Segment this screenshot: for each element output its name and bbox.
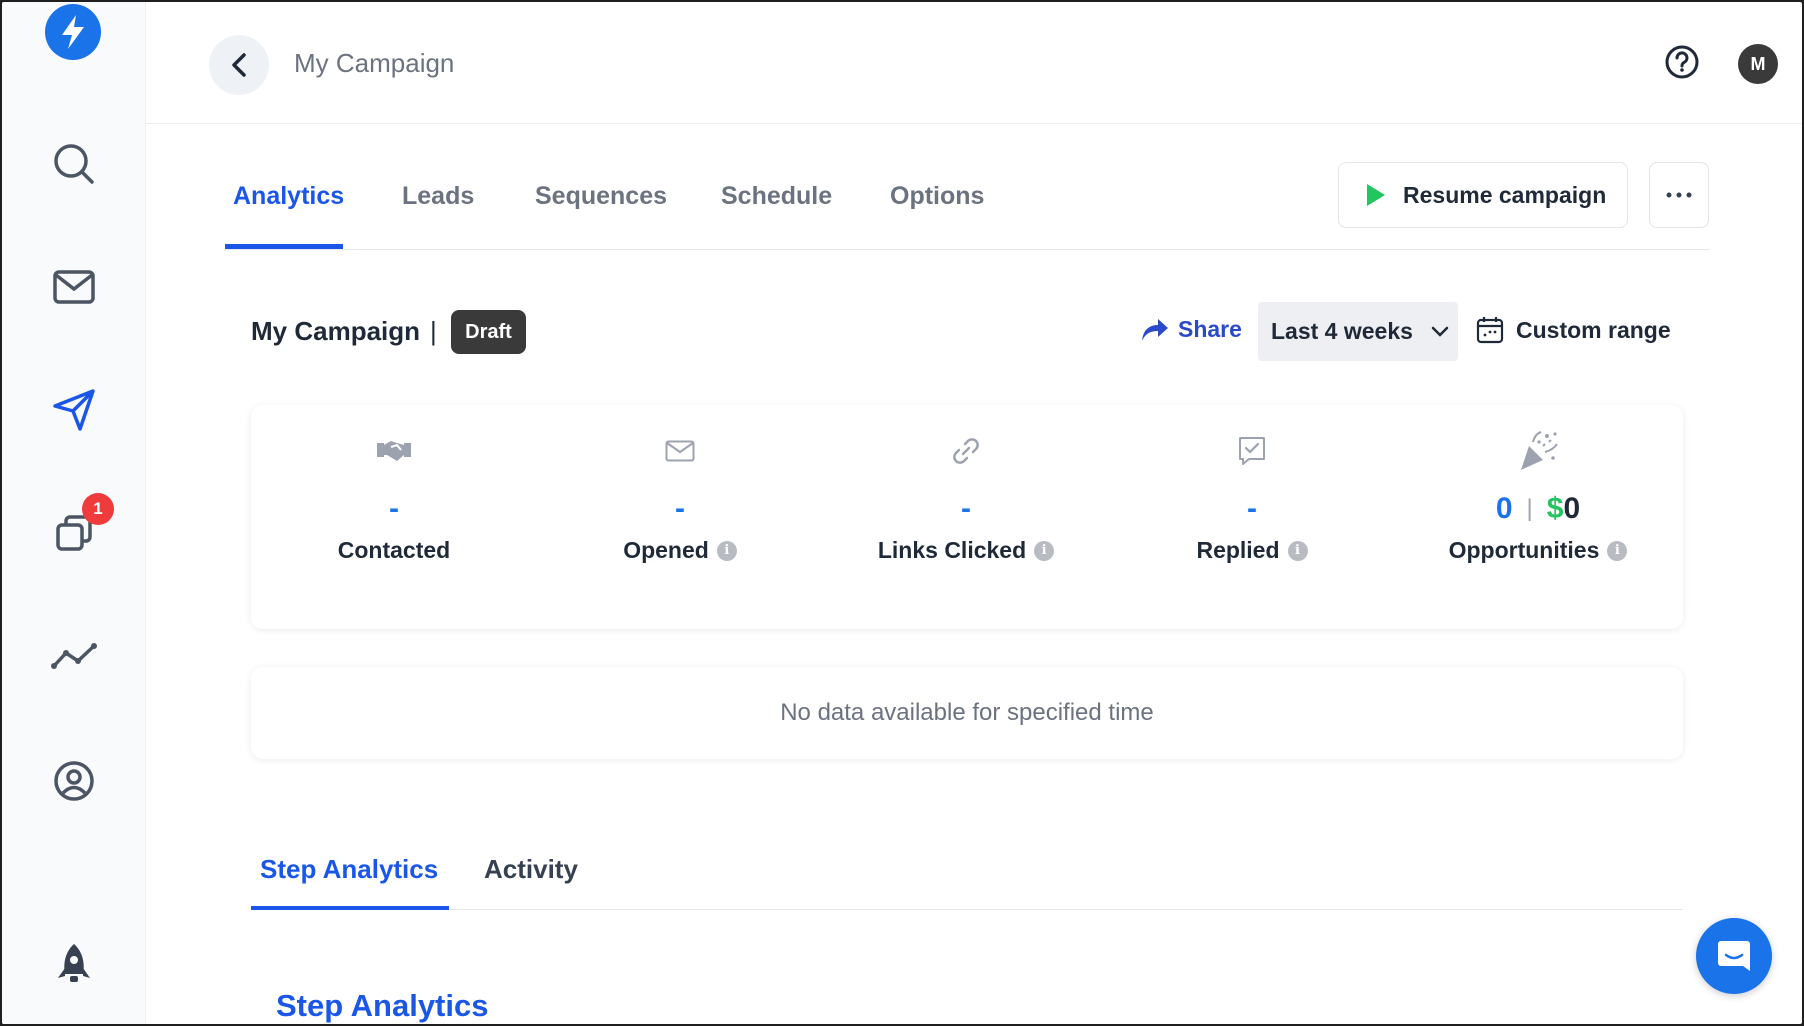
stat-links-clicked: - Links Clicked i (823, 433, 1109, 564)
empty-state-card: No data available for specified time (251, 667, 1683, 759)
stat-label-row: Contacted (251, 537, 537, 564)
stat-value: - (675, 492, 685, 525)
chat-launcher-button[interactable] (1696, 918, 1772, 994)
empty-state-message: No data available for specified time (780, 699, 1154, 726)
chevron-down-icon (1431, 326, 1449, 337)
status-badge: Draft (451, 310, 526, 354)
stat-label-row: Links Clicked i (823, 537, 1109, 564)
avatar[interactable]: M (1738, 44, 1778, 84)
info-icon[interactable]: i (716, 540, 737, 561)
app-window: 1 My Campaign M Analytics Leads Sequence… (2, 2, 1802, 1024)
opportunities-amount: 0 (1563, 492, 1581, 525)
stat-label: Contacted (337, 537, 451, 563)
subtab-step-analytics[interactable]: Step Analytics (260, 854, 438, 885)
mail-icon (53, 270, 95, 304)
notification-badge: 1 (82, 493, 114, 525)
stats-card: - Contacted - Opened i - Links Clicked i… (251, 405, 1683, 629)
active-subtab-indicator (251, 906, 449, 910)
chevron-left-icon (232, 53, 246, 77)
currency-symbol: $ (1546, 492, 1564, 525)
campaign-tabs: Analytics Leads Sequences Schedule Optio… (225, 162, 1709, 250)
more-horizontal-icon (1666, 192, 1692, 198)
sidebar-item-campaigns[interactable] (46, 382, 102, 438)
calendar-icon (1476, 317, 1504, 344)
back-button[interactable] (209, 35, 269, 95)
tab-leads[interactable]: Leads (402, 182, 474, 211)
stat-label: Replied (1196, 537, 1280, 563)
info-icon[interactable]: i (1607, 540, 1628, 561)
sidebar: 1 (2, 2, 146, 1024)
share-label: Share (1178, 316, 1242, 342)
analytics-subtabs: Step Analytics Activity (251, 850, 1683, 910)
sidebar-item-analytics[interactable] (46, 628, 102, 684)
send-icon (53, 389, 95, 431)
tab-analytics[interactable]: Analytics (233, 182, 344, 211)
help-button[interactable] (1664, 44, 1700, 85)
stat-value: - (389, 492, 399, 525)
lightning-icon (62, 15, 84, 49)
active-tab-indicator (225, 244, 343, 249)
stat-opportunities: 0 | $0 Opportunities i (1395, 431, 1681, 564)
tab-sequences[interactable]: Sequences (535, 182, 667, 211)
resume-campaign-label: Resume campaign (1403, 181, 1607, 208)
stat-value: 0 | $0 (1395, 489, 1681, 529)
envelope-icon (537, 433, 823, 469)
search-icon (54, 144, 94, 184)
chat-icon (1718, 941, 1750, 971)
tab-options[interactable]: Options (890, 182, 984, 211)
campaign-name: My Campaign (251, 316, 421, 346)
share-icon (1142, 318, 1168, 341)
sidebar-item-search[interactable] (46, 136, 102, 192)
stat-value: - (1247, 492, 1257, 525)
stat-label-row: Opened i (537, 537, 823, 564)
stat-replied: - Replied i (1109, 433, 1395, 564)
sidebar-item-launch[interactable] (46, 936, 102, 992)
stat-opened: - Opened i (537, 433, 823, 564)
reply-check-icon (1109, 433, 1395, 469)
help-icon (1665, 45, 1699, 79)
app-logo[interactable] (45, 4, 101, 60)
tab-schedule[interactable]: Schedule (721, 182, 832, 211)
party-popper-icon (1395, 431, 1681, 470)
share-button[interactable]: Share (1140, 316, 1242, 343)
resume-campaign-button[interactable]: Resume campaign (1338, 162, 1628, 228)
value-separator: | (1526, 495, 1533, 522)
custom-range-button[interactable]: Custom range (1476, 316, 1671, 344)
sidebar-item-mail[interactable] (46, 259, 102, 315)
top-header: My Campaign M (146, 2, 1802, 124)
date-range-value: Last 4 weeks (1271, 318, 1413, 344)
rocket-icon (58, 944, 90, 982)
stat-label: Opportunities (1448, 537, 1600, 563)
analytics-icon (51, 643, 97, 669)
info-icon[interactable]: i (1287, 540, 1308, 561)
more-options-button[interactable] (1649, 162, 1709, 228)
date-range-select[interactable]: Last 4 weeks (1258, 302, 1458, 361)
link-icon (823, 433, 1109, 469)
section-title: Step Analytics (276, 988, 489, 1023)
stat-label-row: Replied i (1109, 537, 1395, 564)
opportunities-count: 0 (1495, 492, 1513, 525)
custom-range-label: Custom range (1516, 316, 1671, 343)
info-icon[interactable]: i (1034, 540, 1055, 561)
stat-contacted: - Contacted (251, 433, 537, 564)
subtab-activity[interactable]: Activity (484, 854, 578, 885)
stat-label: Links Clicked (877, 537, 1027, 563)
account-icon (54, 761, 94, 801)
page-title: My Campaign (294, 48, 455, 78)
handshake-icon (251, 433, 537, 469)
stat-label-row: Opportunities i (1395, 537, 1681, 564)
title-separator: | (430, 316, 437, 346)
sidebar-item-account[interactable] (46, 753, 102, 809)
stat-value: - (961, 492, 971, 525)
stat-label: Opened (623, 537, 709, 563)
play-icon (1367, 184, 1385, 206)
